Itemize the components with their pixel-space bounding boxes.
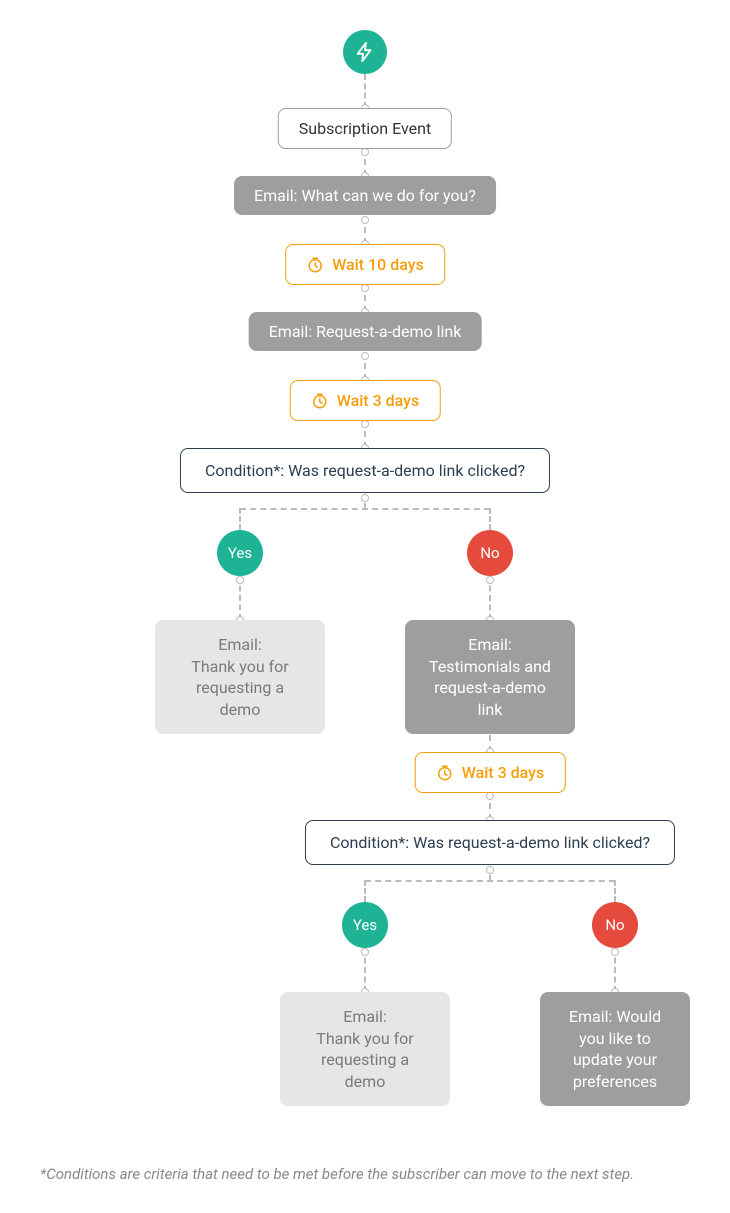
no-badge-1: No xyxy=(467,530,513,576)
trigger-icon xyxy=(343,30,387,74)
footnote: *Conditions are criteria that need to be… xyxy=(40,1165,690,1183)
email-no-2: Email: Would you like to update your pre… xyxy=(540,992,690,1106)
email-step-2: Email: Request-a-demo link xyxy=(249,312,482,351)
yes-badge-1: Yes xyxy=(217,530,263,576)
wait-step-1: Wait 10 days xyxy=(285,244,445,285)
yes-badge-2: Yes xyxy=(342,902,388,948)
event-box: Subscription Event xyxy=(278,108,452,149)
wait-step-2: Wait 3 days xyxy=(290,380,441,421)
email-no-1: Email: Testimonials and request-a-demo l… xyxy=(405,620,575,734)
wait-step-3: Wait 3 days xyxy=(415,752,566,793)
email-yes-1: Email: Thank you for requesting a demo xyxy=(155,620,325,734)
email-step-1: Email: What can we do for you? xyxy=(234,176,496,215)
condition-1: Condition*: Was request-a-demo link clic… xyxy=(180,448,550,493)
email-yes-2: Email: Thank you for requesting a demo xyxy=(280,992,450,1106)
no-badge-2: No xyxy=(592,902,638,948)
condition-2: Condition*: Was request-a-demo link clic… xyxy=(305,820,675,865)
